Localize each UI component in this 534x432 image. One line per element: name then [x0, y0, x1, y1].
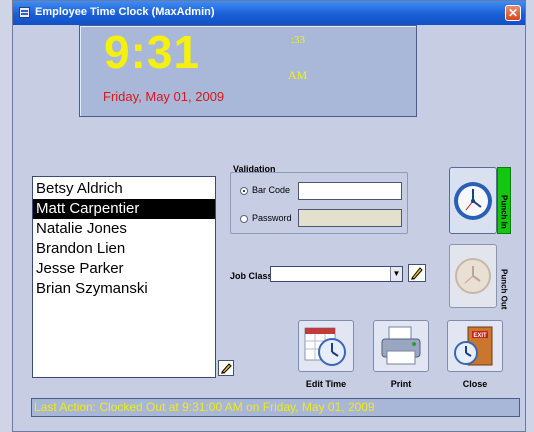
job-class-dropdown[interactable]: ▼	[270, 266, 403, 282]
bar-code-label: Bar Code	[252, 185, 291, 195]
employee-list-item[interactable]: Matt Carpentier	[33, 199, 215, 219]
bar-code-input[interactable]	[298, 182, 402, 200]
punch-out-tile	[449, 244, 497, 308]
exit-door-icon: EXIT	[454, 326, 493, 366]
chevron-down-icon[interactable]: ▼	[390, 267, 402, 281]
punch-in-label: Punch In	[500, 195, 509, 229]
password-input[interactable]	[298, 209, 402, 227]
employee-list[interactable]: Betsy Aldrich Matt Carpentier Natalie Jo…	[32, 176, 216, 378]
close-button[interactable]: EXIT	[447, 320, 503, 372]
pencil-icon	[221, 363, 232, 374]
employee-list-item[interactable]: Jesse Parker	[33, 259, 215, 279]
print-button[interactable]	[373, 320, 429, 372]
print-label: Print	[390, 379, 412, 389]
edit-employee-button[interactable]	[218, 360, 234, 376]
employee-list-item[interactable]: Betsy Aldrich	[33, 179, 215, 199]
clock-icon	[454, 182, 492, 220]
employee-list-item[interactable]: Brian Szymanski	[33, 279, 215, 299]
printer-icon	[381, 326, 421, 365]
edit-time-label: Edit Time	[305, 379, 347, 389]
password-label: Password	[252, 213, 292, 223]
clock-ampm: AM	[288, 68, 308, 82]
close-icon[interactable]: ✕	[505, 5, 521, 21]
employee-list-item[interactable]: Brandon Lien	[33, 239, 215, 259]
close-label: Close	[462, 379, 488, 389]
window-title: Employee Time Clock (MaxAdmin)	[35, 6, 215, 18]
status-bar: Last Action: Clocked Out at 9:31:00 AM o…	[31, 398, 520, 417]
punch-in-tile	[449, 167, 497, 234]
punch-out-button[interactable]: Punch Out	[449, 244, 515, 310]
edit-job-class-button[interactable]	[408, 264, 426, 282]
pencil-icon	[411, 267, 423, 280]
punch-out-label: Punch Out	[499, 269, 509, 310]
employee-list-item[interactable]: Natalie Jones	[33, 219, 215, 239]
punch-in-button[interactable]: Punch In	[449, 167, 515, 234]
clock-icon	[455, 258, 491, 294]
bar-code-radio[interactable]	[240, 187, 248, 195]
clock-seconds: :33	[291, 34, 306, 46]
clock-date: Friday, May 01, 2009	[103, 89, 225, 104]
calendar-clock-icon	[304, 327, 346, 366]
password-radio[interactable]	[240, 215, 248, 223]
edit-time-button[interactable]	[298, 320, 354, 372]
window-app-icon	[19, 7, 30, 18]
title-bar[interactable]: Employee Time Clock (MaxAdmin) ✕	[13, 1, 525, 25]
clock-time: 9:31	[104, 26, 201, 78]
svg-text:EXIT: EXIT	[473, 333, 487, 339]
job-class-label: Job Class	[230, 271, 273, 281]
